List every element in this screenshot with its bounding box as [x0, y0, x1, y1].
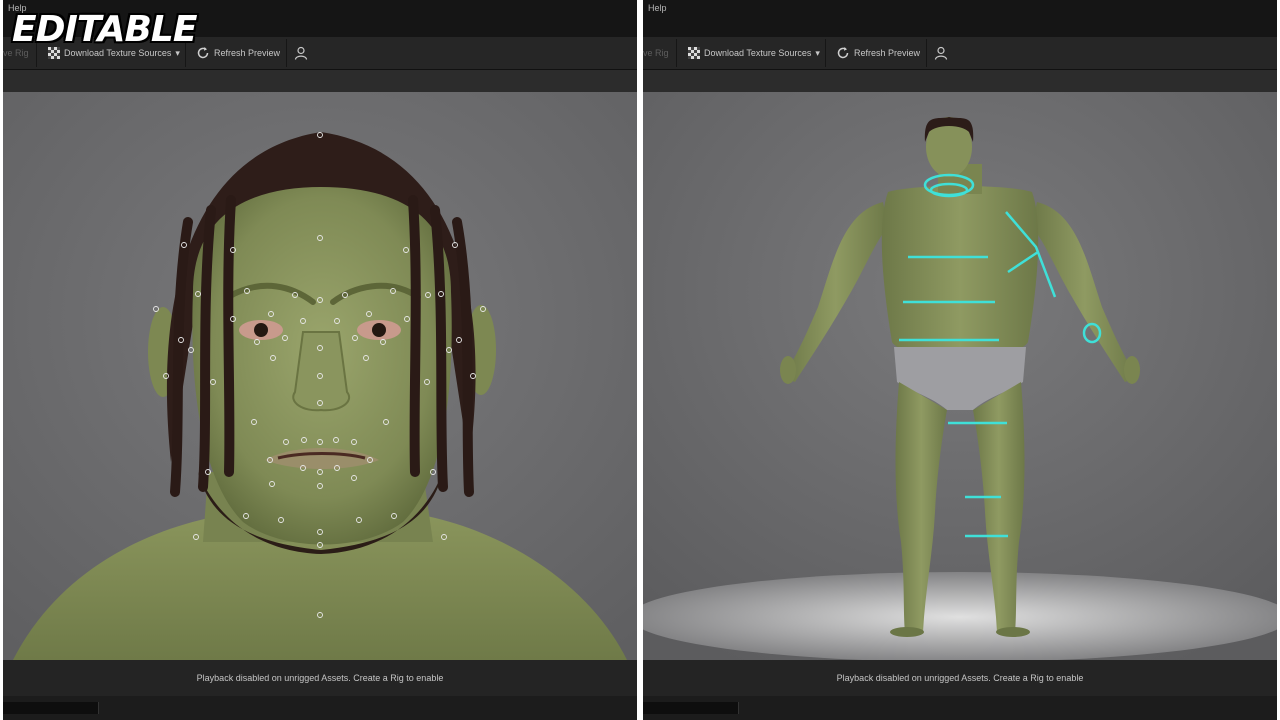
body-render: [643, 92, 1277, 660]
refresh-preview-label: Refresh Preview: [854, 48, 921, 58]
user-button[interactable]: [294, 37, 308, 69]
refresh-preview-button[interactable]: Refresh Preview: [836, 37, 920, 69]
menu-bar: Help: [643, 0, 1277, 37]
refresh-preview-button[interactable]: Refresh Preview: [196, 37, 280, 69]
refresh-icon: [836, 46, 850, 60]
toolbar: ve Rig Download Texture Sources ▾ Refres…: [643, 37, 1277, 70]
refresh-icon: [196, 46, 210, 60]
toolbar-divider: [286, 39, 287, 67]
toolbar-divider: [926, 39, 927, 67]
status-bar: Playback disabled on unrigged Assets. Cr…: [3, 660, 637, 696]
bottom-bar: [643, 696, 1277, 720]
checker-icon: [688, 47, 700, 59]
bottom-input-field[interactable]: [3, 702, 99, 714]
nose: [292, 331, 350, 412]
bottom-bar: [3, 696, 637, 720]
refresh-preview-label: Refresh Preview: [214, 48, 281, 58]
face-render: [3, 92, 637, 660]
user-icon: [934, 46, 948, 60]
body-viewport[interactable]: [643, 92, 1277, 660]
user-icon: [294, 46, 308, 60]
floor-light: [643, 572, 1277, 660]
right-editor-panel: Help ve Rig Download Texture Sources ▾ R…: [643, 0, 1277, 720]
user-button[interactable]: [934, 37, 948, 69]
toolbar-divider: [825, 39, 826, 67]
download-texture-sources-label: Download Texture Sources: [704, 48, 812, 58]
playback-status-text: Playback disabled on unrigged Assets. Cr…: [196, 673, 444, 683]
editable-badge: EDITABLE: [12, 9, 197, 50]
download-texture-sources-button[interactable]: Download Texture Sources ▾: [688, 37, 820, 69]
face-viewport[interactable]: [3, 92, 637, 660]
playback-status-text: Playback disabled on unrigged Assets. Cr…: [836, 673, 1084, 683]
torso: [881, 186, 1039, 357]
status-bar: Playback disabled on unrigged Assets. Cr…: [643, 660, 1277, 696]
save-rig-button-partial[interactable]: ve Rig: [643, 37, 669, 69]
toolbar-divider: [676, 39, 677, 67]
help-menu[interactable]: Help: [648, 3, 667, 13]
viewport-header: [3, 70, 637, 92]
viewport-header: [643, 70, 1277, 92]
left-editor-panel: Help ve Rig Download Texture Sources ▾ R…: [3, 0, 637, 720]
dropdown-arrow-icon: ▾: [815, 47, 820, 58]
bottom-input-field[interactable]: [643, 702, 739, 714]
